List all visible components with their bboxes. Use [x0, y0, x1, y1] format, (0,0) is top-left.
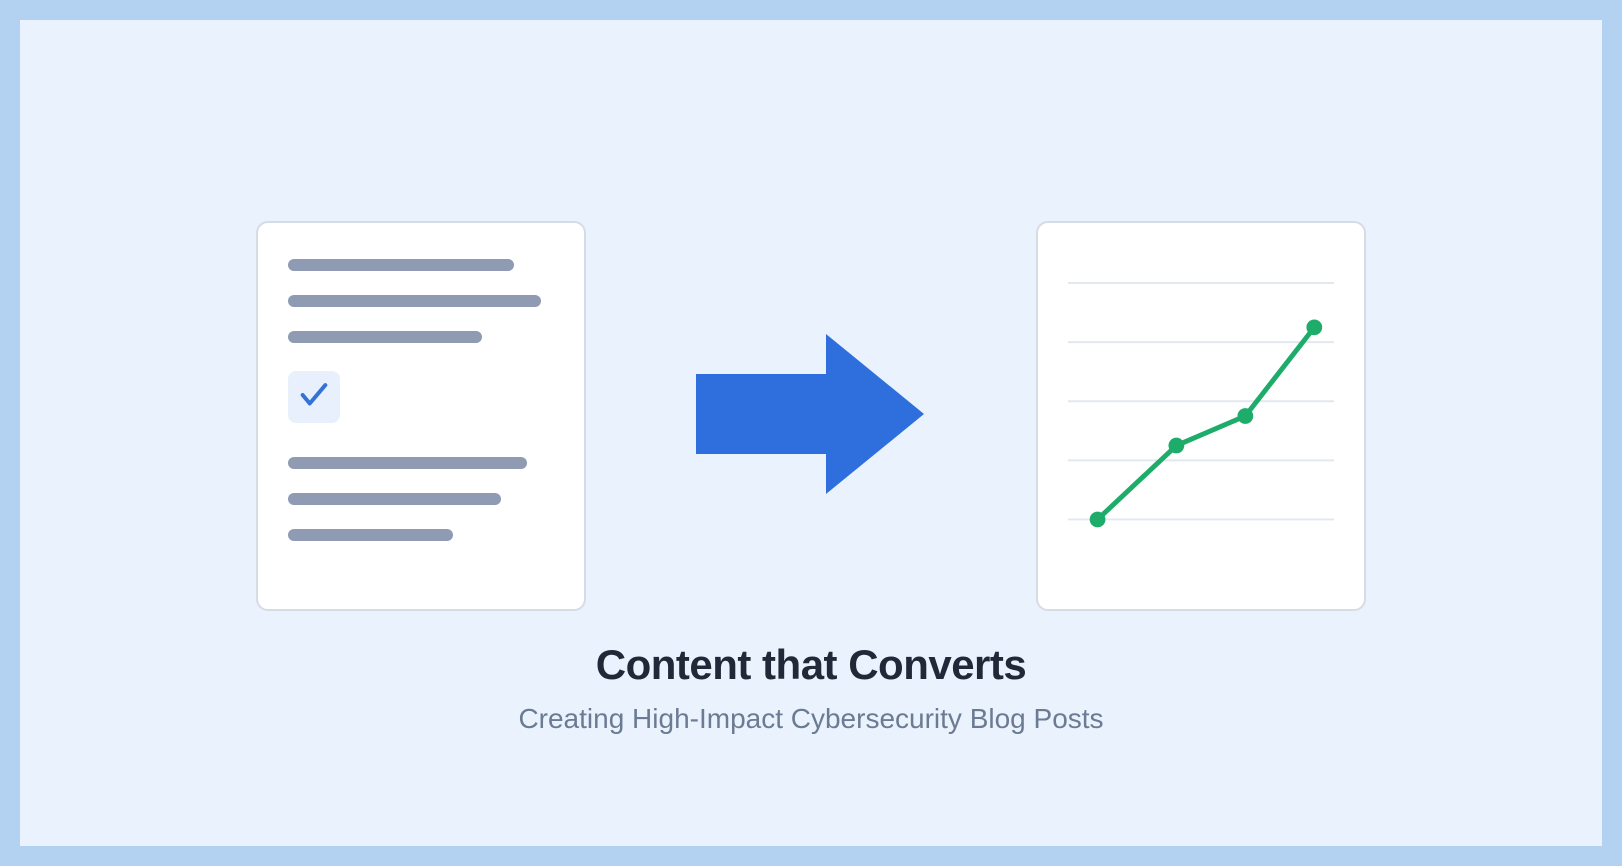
- titles: Content that Converts Creating High-Impa…: [518, 641, 1103, 735]
- doc-line: [288, 259, 514, 271]
- doc-line: [288, 295, 541, 307]
- doc-top-lines: [288, 259, 554, 343]
- slide-canvas: Content that Converts Creating High-Impa…: [20, 20, 1602, 846]
- arrow-container: [696, 329, 926, 504]
- chart-card: [1036, 221, 1366, 611]
- diagram-row: [256, 221, 1366, 611]
- slide-title: Content that Converts: [518, 641, 1103, 689]
- growth-chart: [1068, 253, 1334, 579]
- document-card: [256, 221, 586, 611]
- doc-line: [288, 529, 453, 541]
- doc-line: [288, 457, 527, 469]
- slide-subtitle: Creating High-Impact Cybersecurity Blog …: [518, 703, 1103, 735]
- doc-bottom-lines: [288, 457, 554, 541]
- doc-line: [288, 493, 501, 505]
- checkmark-box: [288, 371, 340, 423]
- checkmark-icon: [297, 378, 331, 417]
- arrow-right-icon: [696, 329, 926, 504]
- doc-line: [288, 331, 482, 343]
